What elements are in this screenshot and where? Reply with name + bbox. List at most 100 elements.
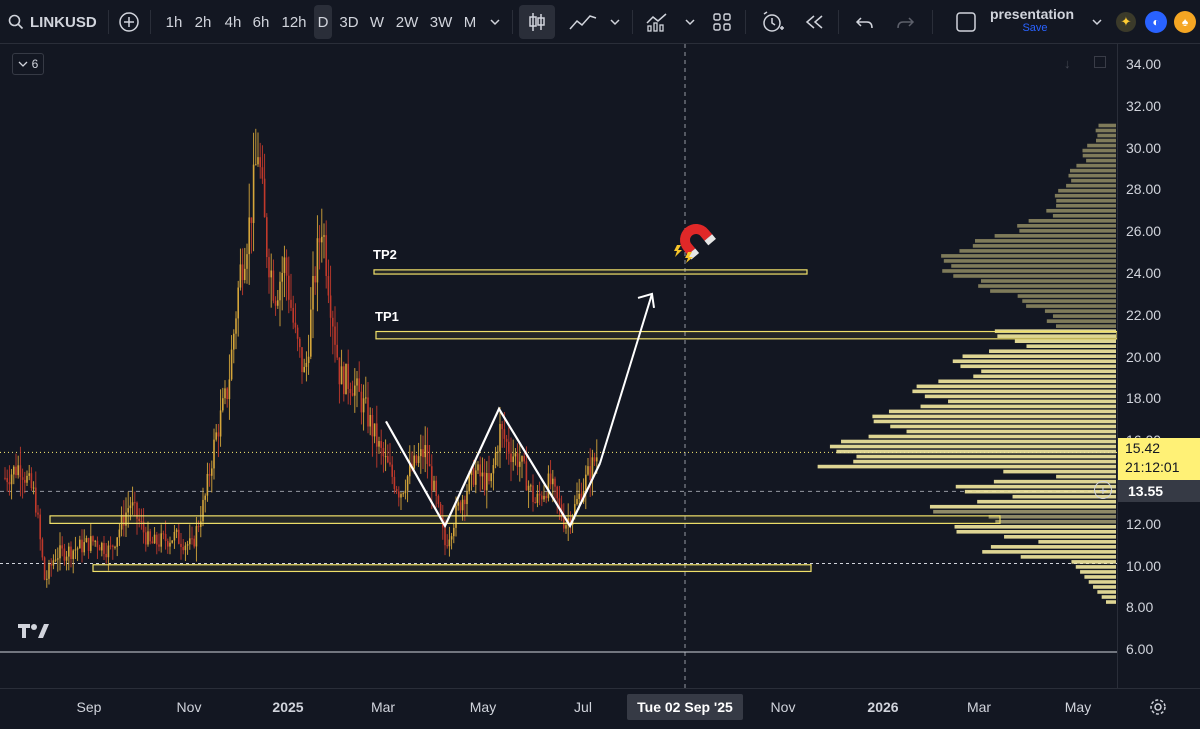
tp1-zone[interactable] — [375, 330, 1117, 340]
undo-button[interactable] — [850, 0, 880, 44]
indicators-icon — [646, 13, 667, 32]
layout-name-menu[interactable]: presentation Save — [990, 6, 1082, 38]
profile-button[interactable]: ♠ — [1172, 0, 1198, 44]
candle-body — [318, 238, 321, 243]
candle-body — [107, 545, 110, 558]
theme-button[interactable]: ◐ — [1143, 0, 1169, 44]
candle-body — [530, 485, 532, 487]
candle-body — [369, 414, 371, 427]
volume-profile-bar — [982, 550, 1116, 554]
time-tick-label: Sep — [76, 699, 102, 715]
interval-12h-button[interactable]: 12h — [279, 0, 309, 44]
interval-4h-button[interactable]: 4h — [220, 0, 246, 44]
candle-body — [310, 309, 312, 357]
volume-profile-bar — [953, 274, 1116, 278]
symbol-search[interactable]: LINKUSD — [8, 0, 116, 44]
candle-body — [422, 449, 424, 458]
time-tick-label: Nov — [770, 699, 796, 715]
fullscreen-icon[interactable] — [1094, 56, 1106, 68]
target-arrow-line[interactable] — [599, 293, 653, 464]
candle-body — [457, 502, 459, 506]
replay-button[interactable] — [800, 0, 830, 44]
candle-body — [371, 414, 374, 437]
volume-profile-bar — [951, 264, 1116, 268]
time-axis[interactable]: Sep Nov 2025 Mar May Jul Nov 2026 Mar May Tue 02 … — [0, 688, 1200, 729]
layout-toggle[interactable] — [952, 0, 980, 44]
interval-1h-button[interactable]: 1h — [162, 0, 186, 44]
save-status[interactable]: Save — [990, 22, 1080, 34]
crosshair-price: 13.55 — [1128, 483, 1164, 499]
candle-body — [459, 502, 462, 511]
alert-button[interactable] — [758, 0, 788, 44]
candle-body — [237, 287, 239, 319]
layout-checkbox-icon — [956, 12, 976, 32]
interval-6h-button[interactable]: 6h — [248, 0, 274, 44]
volume-profile-bar — [1088, 580, 1116, 584]
interval-3w-button[interactable]: 3W — [427, 0, 455, 44]
candle-body — [532, 485, 534, 502]
add-symbol-icon — [119, 12, 139, 32]
add-alert-plus-icon[interactable]: + — [1094, 481, 1112, 499]
time-tick-label: Jul — [574, 699, 592, 715]
candle-body — [547, 473, 550, 499]
interval-d-button[interactable]: D — [314, 5, 332, 39]
interval-2w-button[interactable]: 2W — [393, 0, 421, 44]
candles-chart-type-button[interactable] — [519, 5, 555, 39]
price-axis[interactable]: 34.00 32.00 30.00 28.00 26.00 24.00 22.00 20.00… — [1094, 44, 1200, 688]
candle-body — [336, 344, 338, 358]
tradingview-logo[interactable] — [18, 622, 50, 645]
interval-2h-button[interactable]: 2h — [190, 0, 216, 44]
candle-body — [206, 473, 209, 496]
intervals-dropdown[interactable] — [486, 0, 504, 44]
interval-w-button[interactable]: W — [367, 0, 387, 44]
candle-body — [197, 526, 200, 528]
volume-profile-bar — [1004, 535, 1116, 539]
indicator-collapse-badge[interactable]: 6 — [12, 53, 44, 75]
candle-body — [362, 398, 365, 413]
volume-profile-bar — [962, 354, 1116, 359]
candle-body — [552, 478, 554, 485]
compare-symbol-button[interactable] — [116, 0, 142, 44]
candle-body — [246, 254, 248, 269]
indicators-button[interactable] — [643, 0, 699, 44]
volume-profile-bar — [1056, 324, 1116, 328]
chart-canvas[interactable] — [0, 44, 1117, 688]
redo-button[interactable] — [890, 0, 920, 44]
volume-profile-bar — [977, 499, 1116, 504]
candle-body — [50, 564, 52, 566]
volume-profile-bar — [1020, 555, 1116, 559]
candle-body — [492, 465, 495, 474]
candle-body — [351, 393, 354, 396]
volume-profile-bar — [973, 374, 1116, 379]
candle-body — [391, 464, 393, 477]
candle-body — [219, 410, 222, 437]
demand-zone-upper[interactable] — [49, 515, 1001, 524]
volume-profile-bar — [1071, 560, 1116, 564]
candle-body — [175, 529, 178, 532]
price-tick-label: 8.00 — [1126, 599, 1154, 616]
tp2-zone[interactable] — [373, 269, 808, 275]
interval-3d-button[interactable]: 3D — [337, 0, 361, 44]
candle-body — [477, 464, 479, 471]
candle-body — [380, 441, 382, 448]
layout-menu-chevron[interactable] — [1088, 0, 1106, 44]
volume-profile-bar — [1101, 595, 1116, 599]
chart-settings-button[interactable] — [1148, 697, 1168, 722]
scroll-down-icon[interactable]: ↓ — [1064, 56, 1071, 71]
candle-body — [461, 499, 464, 511]
interval-m-button[interactable]: M — [460, 0, 480, 44]
layouts-button[interactable] — [708, 0, 736, 44]
chart-pane[interactable]: 6 TP2 TP1 ↓ — [0, 44, 1117, 688]
candle-body — [347, 363, 349, 389]
candle-body — [420, 449, 422, 457]
volume-profile-bar — [1084, 575, 1116, 579]
volume-profile-bar — [856, 454, 1116, 459]
time-tick-label: 2026 — [867, 699, 899, 715]
demand-zone-lower[interactable] — [92, 564, 812, 573]
candle-body — [402, 493, 404, 495]
price-tick-label: 30.00 — [1126, 139, 1162, 156]
candle-body — [400, 493, 402, 498]
candle-body — [565, 525, 567, 529]
ideas-button[interactable]: ✦ — [1115, 0, 1137, 44]
line-chart-dropdown[interactable] — [563, 0, 627, 44]
